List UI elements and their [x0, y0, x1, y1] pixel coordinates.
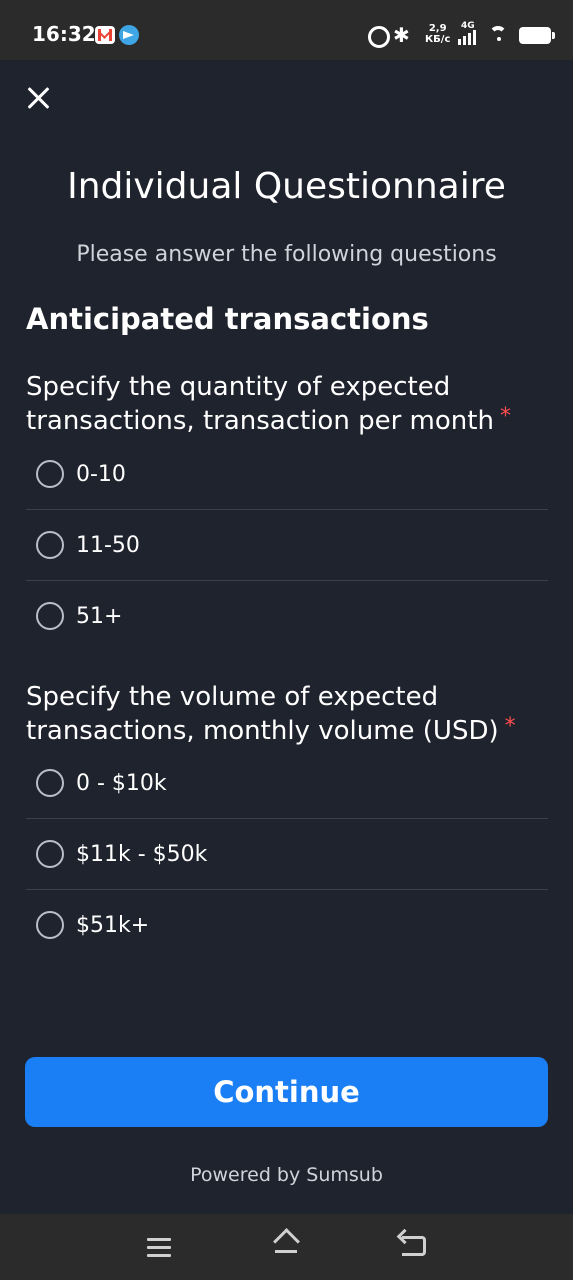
radio-option-0-10k[interactable]: 0 - $10k	[26, 748, 548, 819]
status-time: 16:32	[32, 22, 96, 46]
signal-icon	[456, 27, 480, 45]
radio-button[interactable]	[36, 531, 64, 559]
radio-button[interactable]	[36, 602, 64, 630]
radio-button[interactable]	[36, 769, 64, 797]
radio-option-0-10[interactable]: 0-10	[26, 439, 548, 510]
radio-option-11k-50k[interactable]: $11k - $50k	[26, 819, 548, 890]
network-speed-unit: КБ/с	[425, 34, 451, 45]
question-volume: Specify the volume of expected transacti…	[26, 680, 556, 748]
radio-option-11-50[interactable]: 11-50	[26, 510, 548, 581]
continue-button[interactable]: Continue	[25, 1057, 548, 1127]
option-label: 0-10	[76, 461, 126, 487]
battery-icon	[519, 27, 555, 44]
home-icon[interactable]	[273, 1232, 299, 1254]
options-volume: 0 - $10k $11k - $50k $51k+	[26, 748, 548, 960]
bluetooth-icon: ✱	[393, 23, 410, 47]
status-bar: 16:32 ✱ 2,9 КБ/с 4G	[0, 0, 573, 60]
option-label: 0 - $10k	[76, 770, 167, 796]
section-title: Anticipated transactions	[26, 302, 429, 336]
network-speed: 2,9 КБ/с	[425, 23, 450, 45]
wifi-icon	[489, 26, 507, 44]
close-button[interactable]	[22, 82, 54, 114]
network-speed-value: 2,9	[428, 23, 447, 34]
option-label: 11-50	[76, 532, 140, 558]
option-label: $11k - $50k	[76, 841, 208, 867]
radio-button[interactable]	[36, 911, 64, 939]
system-nav-bar	[0, 1214, 573, 1280]
page-title: Individual Questionnaire	[67, 166, 506, 207]
question-label: Specify the quantity of expected transac…	[26, 372, 494, 436]
alarm-icon	[368, 26, 390, 48]
menu-icon[interactable]	[147, 1238, 171, 1258]
option-label: $51k+	[76, 912, 150, 938]
question-quantity: Specify the quantity of expected transac…	[26, 370, 556, 438]
back-icon[interactable]	[402, 1236, 426, 1256]
radio-button[interactable]	[36, 460, 64, 488]
radio-option-51-plus[interactable]: 51+	[26, 581, 548, 651]
required-mark: *	[504, 714, 516, 739]
radio-option-51k-plus[interactable]: $51k+	[26, 890, 548, 960]
radio-button[interactable]	[36, 840, 64, 868]
powered-by: Powered by Sumsub	[190, 1164, 383, 1186]
page-subtitle: Please answer the following questions	[76, 242, 497, 267]
option-label: 51+	[76, 603, 123, 629]
question-label: Specify the volume of expected transacti…	[26, 682, 499, 746]
required-mark: *	[499, 404, 511, 429]
options-quantity: 0-10 11-50 51+	[26, 439, 548, 651]
gmail-icon	[95, 26, 115, 44]
telegram-icon	[119, 25, 139, 45]
